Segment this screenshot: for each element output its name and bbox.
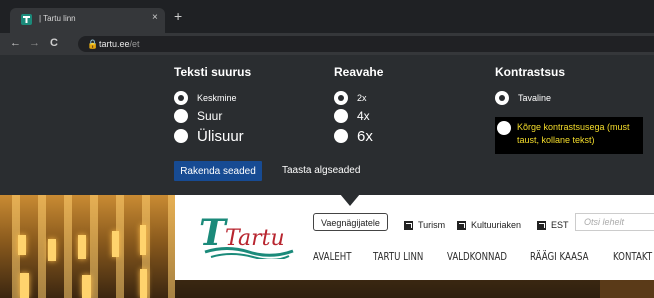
radio-icon[interactable]: [174, 129, 188, 143]
contrast-option-tavaline[interactable]: Tavaline: [495, 89, 654, 107]
text-size-option-ulisuur[interactable]: Ülisuur: [174, 125, 251, 147]
window-light: [140, 225, 146, 255]
window-light: [112, 231, 119, 257]
lock-icon: 🔒: [87, 39, 99, 49]
line-spacing-option-6x[interactable]: 6x: [334, 125, 383, 147]
search-input[interactable]: Otsi lehelt: [575, 213, 654, 231]
link-label: EST: [551, 220, 569, 230]
text-size-option-suur[interactable]: Suur: [174, 107, 251, 125]
accessibility-settings-panel: Teksti suurus Keskmine Suur Ülisuur Reav…: [0, 55, 654, 195]
option-label: 4x: [357, 109, 370, 123]
nav-valdkonnad[interactable]: VALDKONNAD: [447, 251, 507, 263]
text-size-title: Teksti suurus: [174, 65, 252, 79]
apply-settings-button[interactable]: Rakenda seaded: [174, 161, 262, 181]
tartu-favicon-icon: [21, 14, 32, 25]
option-label: Kõrge kontrastsusega (must taust, kollan…: [517, 122, 630, 145]
line-spacing-option-2x[interactable]: 2x: [334, 89, 383, 107]
url-path: /et: [129, 39, 140, 49]
nav-tartu-linn[interactable]: TARTU LINN: [373, 251, 423, 263]
panel-pointer: [340, 194, 360, 206]
option-label: Keskmine: [197, 93, 237, 103]
reset-settings-link[interactable]: Taasta algseaded: [282, 165, 360, 176]
kultuuriaken-link[interactable]: Kultuuriaken: [457, 217, 521, 233]
nav-raagi-kaasa[interactable]: RÄÄGI KAASA: [530, 251, 588, 263]
language-icon: [537, 220, 546, 230]
link-label: Kultuuriaken: [471, 220, 522, 230]
address-bar[interactable]: 🔒 tartu.ee/et: [78, 36, 654, 52]
option-label: 6x: [357, 127, 373, 145]
browser-tab[interactable]: | Tartu linn ×: [10, 8, 165, 33]
new-tab-icon[interactable]: +: [174, 9, 182, 23]
browser-toolbar: ← → C 🔒 tartu.ee/et: [0, 33, 654, 55]
tartu-logo[interactable]: T Tartu: [197, 205, 297, 259]
radio-selected-icon[interactable]: [174, 91, 188, 105]
radio-icon[interactable]: [334, 109, 348, 123]
turism-link[interactable]: Turism: [404, 217, 445, 233]
radio-icon[interactable]: [174, 109, 188, 123]
external-link-icon: [457, 220, 466, 230]
line-spacing-group: Reavahe 2x 4x 6x: [334, 65, 383, 147]
option-label: Ülisuur: [197, 127, 244, 145]
option-label: 2x: [357, 93, 367, 103]
forward-icon[interactable]: →: [29, 37, 40, 49]
contrast-option-high-contrast[interactable]: Kõrge kontrastsusega (must taust, kollan…: [495, 117, 643, 154]
logo-text: Tartu: [225, 226, 285, 251]
language-link-est[interactable]: EST: [537, 217, 569, 233]
tab-close-icon[interactable]: ×: [152, 12, 158, 23]
radio-selected-icon[interactable]: [334, 91, 348, 105]
window-light: [18, 235, 26, 255]
visually-impaired-button[interactable]: Vaegnägijatele: [313, 213, 388, 231]
browser-tab-bar: | Tartu linn × +: [0, 0, 654, 33]
window-light: [78, 235, 86, 259]
website-area: T Tartu Vaegnägijatele Turism Kultuuriak…: [0, 195, 654, 298]
window-light: [20, 273, 29, 298]
option-label: Suur: [197, 109, 223, 123]
building-photo: [0, 195, 175, 298]
building-photo-bottom: [600, 280, 654, 298]
nav-kontakt[interactable]: KONTAKT: [613, 251, 652, 263]
option-label: Tavaline: [518, 93, 552, 103]
line-spacing-option-4x[interactable]: 4x: [334, 107, 383, 125]
contrast-title: Kontrastsus: [495, 65, 566, 79]
tab-title: | Tartu linn: [39, 14, 76, 23]
text-size-option-keskmine[interactable]: Keskmine: [174, 89, 251, 107]
window-light: [82, 275, 91, 298]
back-icon[interactable]: ←: [10, 37, 21, 49]
reload-icon[interactable]: C: [50, 37, 58, 49]
radio-icon[interactable]: [334, 129, 348, 143]
external-link-icon: [404, 220, 413, 230]
site-header: T Tartu Vaegnägijatele Turism Kultuuriak…: [175, 195, 654, 280]
url-text: tartu.ee/et: [99, 39, 140, 49]
url-host: tartu.ee: [99, 39, 130, 49]
text-size-group: Teksti suurus Keskmine Suur Ülisuur: [174, 65, 251, 147]
radio-selected-icon[interactable]: [495, 91, 509, 105]
line-spacing-title: Reavahe: [334, 65, 384, 79]
nav-avaleht[interactable]: AVALEHT: [313, 251, 352, 263]
window-light: [48, 239, 56, 261]
link-label: Turism: [418, 220, 446, 230]
radio-icon[interactable]: [497, 121, 511, 135]
window-light: [140, 269, 147, 298]
contrast-group: Kontrastsus Tavaline Kõrge kontrastsuseg…: [495, 65, 654, 165]
